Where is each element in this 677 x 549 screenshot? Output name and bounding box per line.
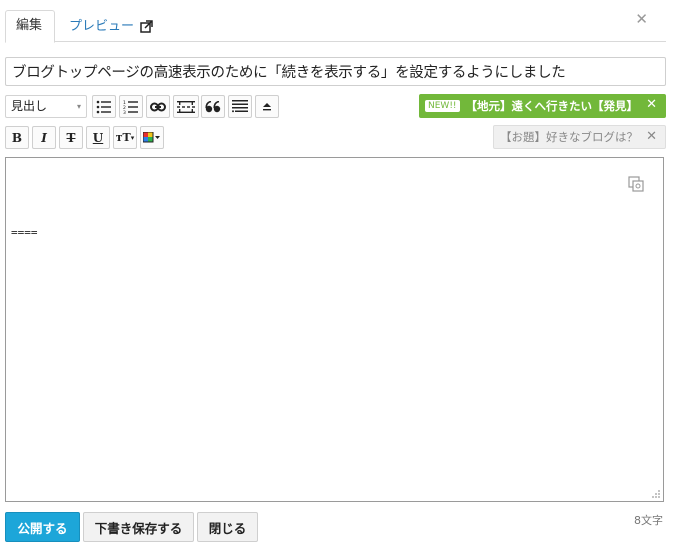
tab-edit[interactable]: 編集 (5, 10, 55, 43)
copy-icon[interactable] (628, 176, 644, 192)
tab-preview[interactable]: プレビュー (59, 10, 163, 43)
font-size-icon: тT (115, 131, 131, 144)
numbered-list-icon: 1 2 3 (123, 100, 138, 114)
bullet-list-icon (96, 100, 111, 113)
topic-badge-green[interactable]: NEW!! 【地元】遠くへ行きたい【発見】 ✕ (419, 94, 666, 118)
more-separator-button[interactable] (173, 95, 199, 118)
color-palette-icon (143, 131, 160, 142)
close-icon[interactable]: ✕ (635, 12, 648, 27)
text-color-button[interactable] (140, 126, 164, 149)
table-of-contents-icon (232, 99, 248, 112)
link-icon (150, 102, 166, 111)
tab-edit-label: 編集 (16, 18, 43, 33)
numbered-list-button[interactable]: 1 2 3 (119, 95, 143, 118)
link-button[interactable] (146, 95, 170, 118)
editor-textarea[interactable]: ==== (5, 157, 664, 502)
strikethrough-icon: T (66, 130, 76, 145)
external-link-icon (140, 20, 153, 33)
underline-button[interactable]: U (86, 126, 110, 149)
chevron-down-icon: ▾ (76, 102, 81, 111)
tab-bar: 編集 プレビュー ✕ (5, 8, 666, 43)
publish-button-label: 公開する (17, 520, 68, 536)
save-draft-button[interactable]: 下書き保存する (83, 512, 194, 542)
tab-preview-label: プレビュー (69, 18, 135, 34)
underline-icon: U (92, 130, 104, 145)
bold-icon: B (11, 130, 23, 145)
title-input[interactable] (5, 57, 666, 86)
dismiss-topic-icon[interactable]: ✕ (646, 97, 657, 112)
bold-button[interactable]: B (5, 126, 29, 149)
bullet-list-button[interactable] (92, 95, 116, 118)
table-of-contents-button[interactable] (228, 95, 252, 118)
editor-content: ==== (11, 226, 38, 239)
italic-icon: I (41, 130, 47, 145)
upload-button[interactable] (255, 95, 279, 118)
more-separator-icon (177, 100, 195, 113)
new-badge: NEW!! (425, 100, 460, 112)
font-size-button[interactable]: тT ▾ (113, 126, 137, 149)
topic-label-gray: 【お題】好きなブログは？ (500, 130, 638, 144)
upload-icon (263, 102, 271, 110)
quote-button[interactable] (201, 95, 225, 118)
close-button[interactable]: 閉じる (197, 512, 258, 542)
save-draft-button-label: 下書き保存する (94, 520, 183, 536)
close-button-label: 閉じる (208, 520, 247, 536)
topic-badge-gray[interactable]: 【お題】好きなブログは？ ✕ (493, 125, 666, 149)
topic-label-green: 【地元】遠くへ行きたい【発見】 (465, 99, 639, 113)
publish-button[interactable]: 公開する (5, 512, 80, 542)
dismiss-topic-icon[interactable]: ✕ (646, 126, 657, 148)
strikethrough-button[interactable]: T (59, 126, 83, 149)
quote-icon (205, 100, 221, 112)
italic-button[interactable]: I (32, 126, 56, 149)
svg-text:3: 3 (123, 110, 126, 114)
heading-select[interactable]: 見出し ▾ (5, 95, 87, 118)
heading-select-value: 見出し (11, 99, 48, 113)
resize-handle-icon[interactable] (651, 489, 661, 499)
char-count: 8文字 (634, 514, 663, 527)
